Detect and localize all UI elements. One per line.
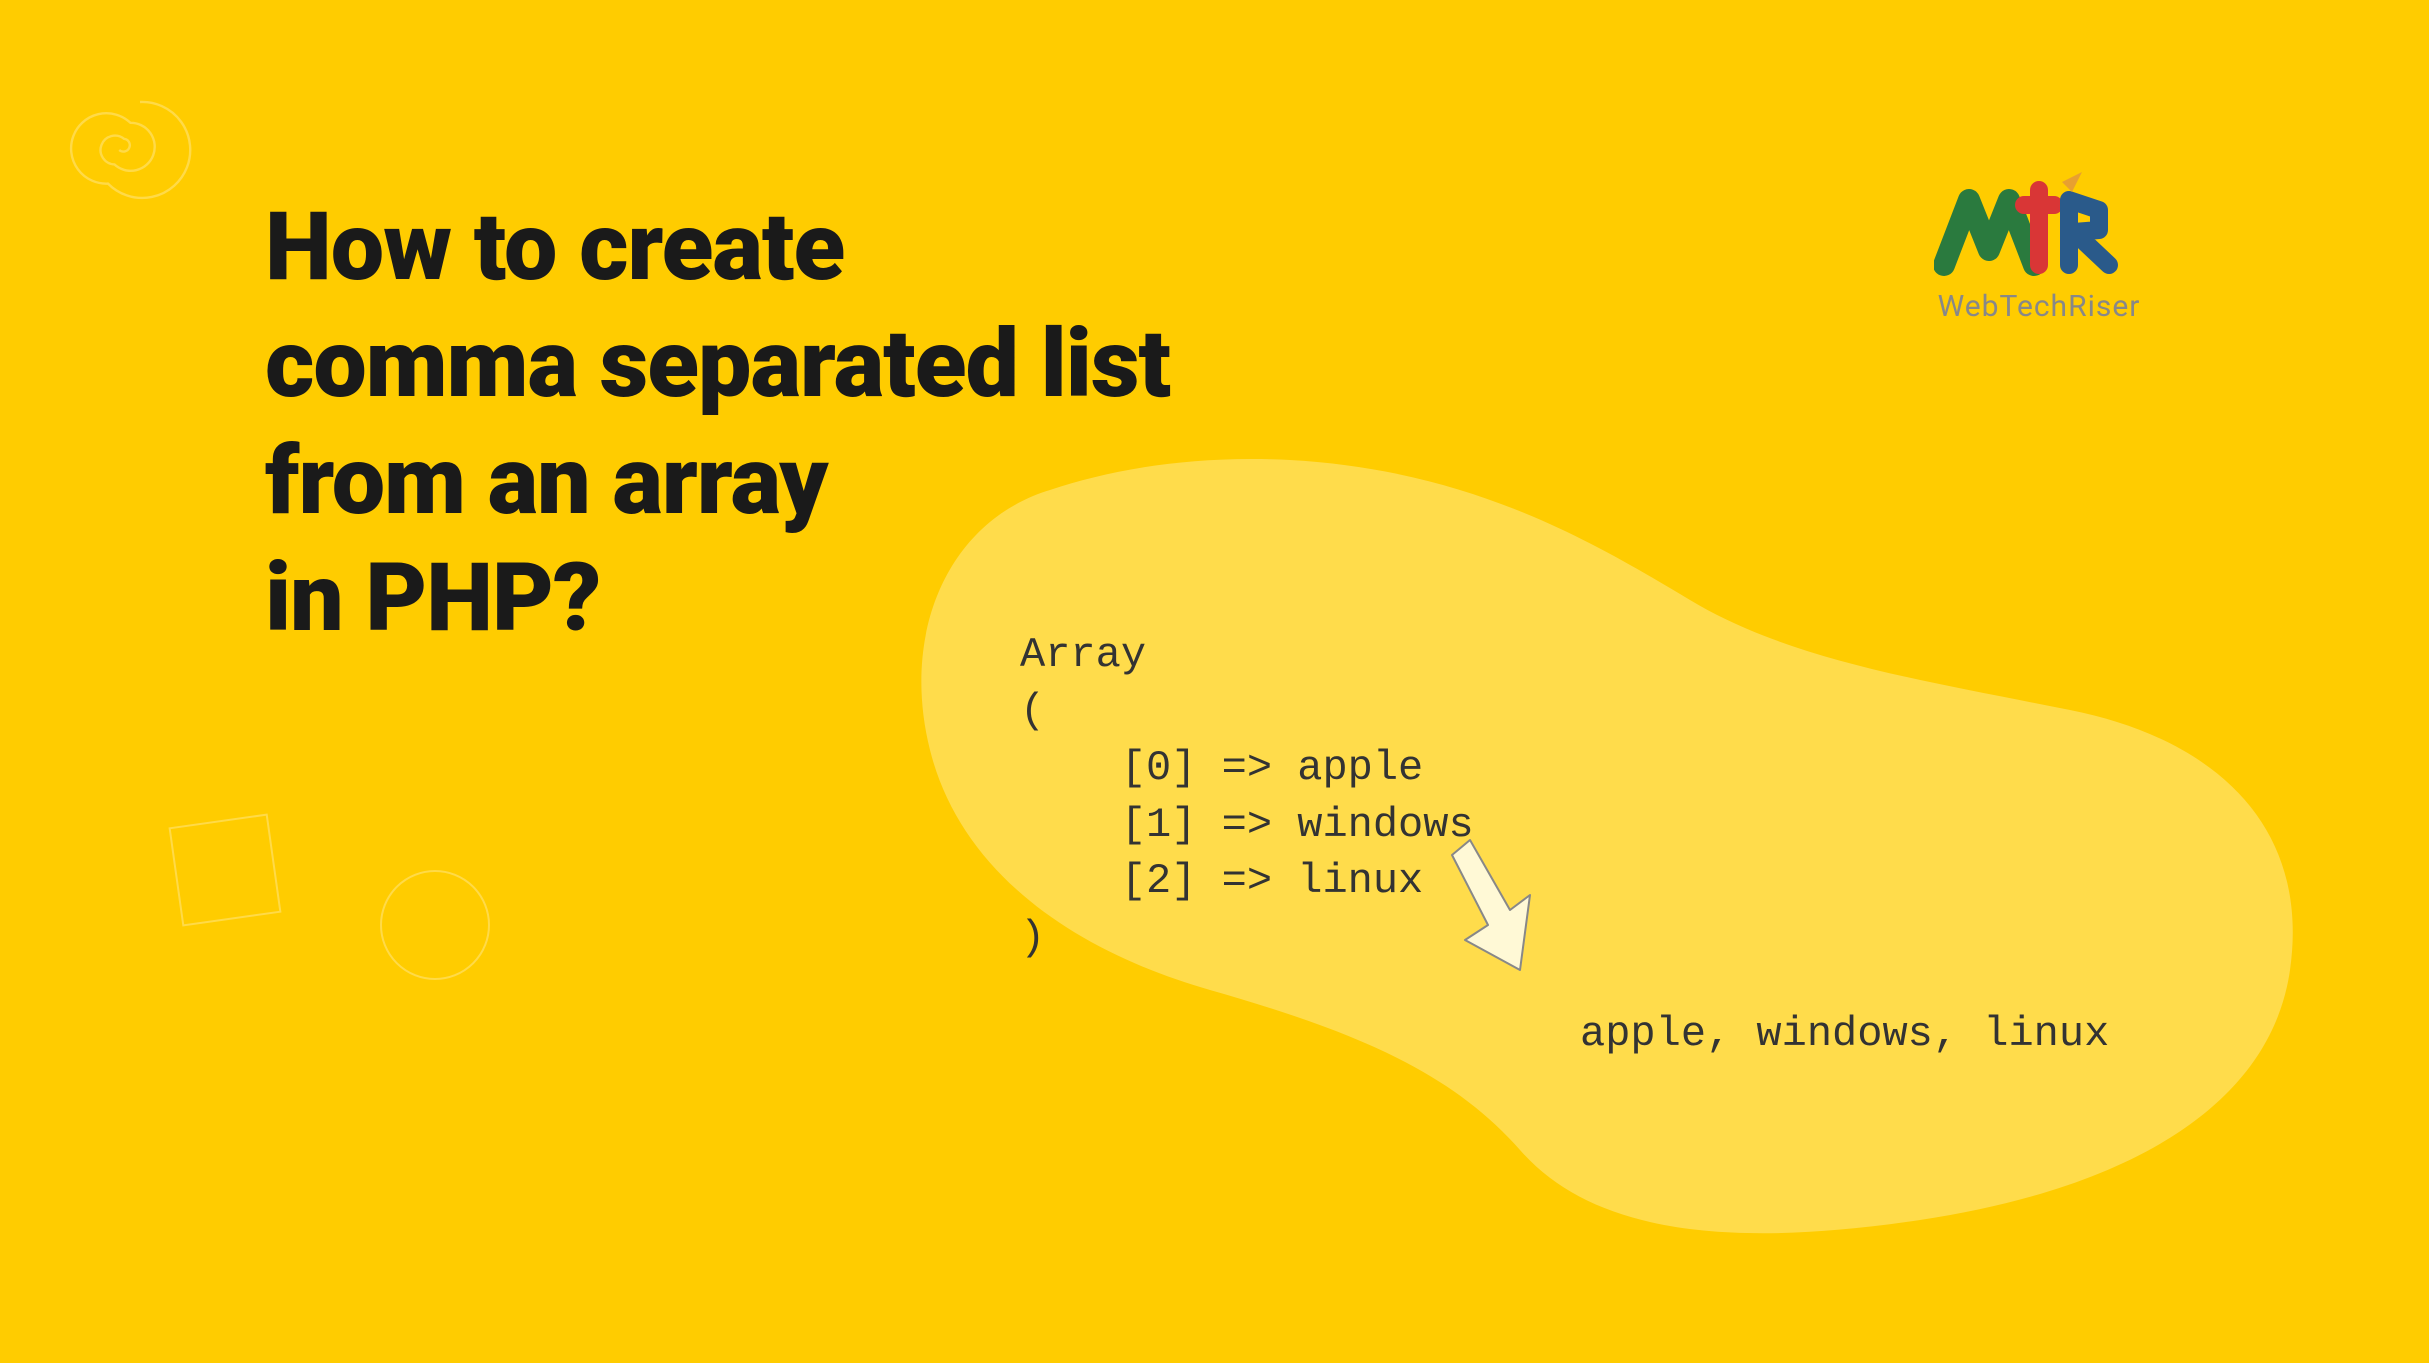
output-text: apple, windows, linux (1580, 1010, 2109, 1058)
spiral-decoration (60, 70, 220, 230)
title-line-2: comma separated list (265, 307, 1170, 424)
square-decoration (169, 814, 282, 927)
logo: WebTechRiser (1934, 170, 2144, 324)
code-line-2: ( (1020, 687, 1045, 735)
code-line-3: [0] => apple (1020, 744, 1423, 792)
code-array-block: Array ( [0] => apple [1] => windows [2] … (1020, 570, 1474, 967)
title-line-1: How to create (265, 190, 1170, 307)
logo-text: WebTechRiser (1934, 289, 2144, 324)
arrow-icon (1440, 830, 1560, 990)
code-line-6: ) (1020, 914, 1045, 962)
circle-decoration (380, 870, 490, 980)
code-line-5: [2] => linux (1020, 857, 1423, 905)
logo-icon (1934, 170, 2144, 280)
code-line-4: [1] => windows (1020, 801, 1474, 849)
code-line-1: Array (1020, 631, 1146, 679)
